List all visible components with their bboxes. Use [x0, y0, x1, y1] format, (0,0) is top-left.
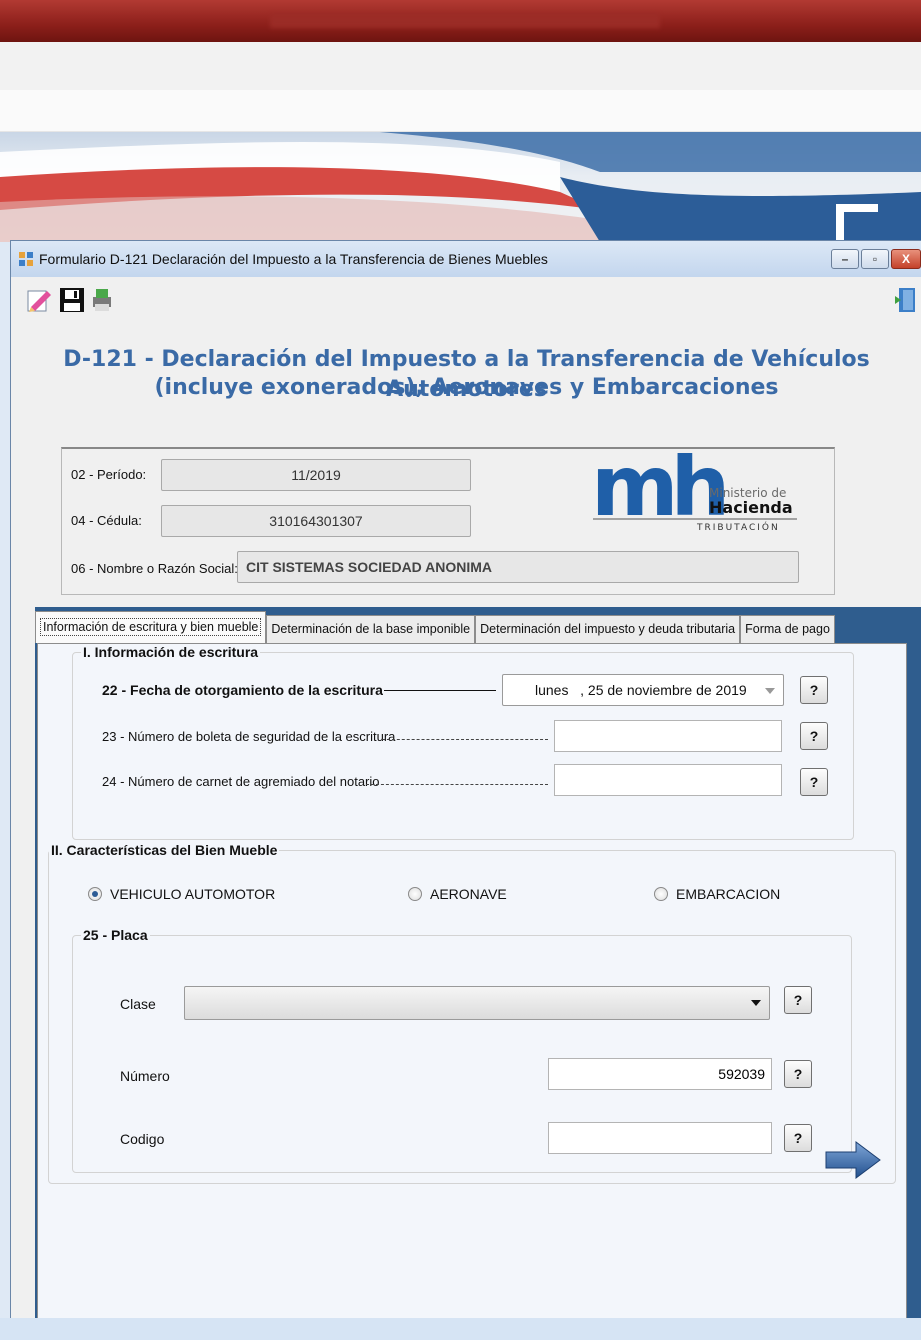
exit-door-icon[interactable]: [895, 287, 917, 313]
help-button-24[interactable]: ?: [800, 768, 828, 796]
tab-page-escritura: I. Información de escritura 22 - Fecha d…: [37, 643, 907, 1340]
carnet-notario-input[interactable]: [554, 764, 782, 796]
tab-strip: Información de escritura y bien mueble D…: [35, 611, 835, 643]
app-title-blurred: [270, 14, 660, 28]
field24-label: 24 - Número de carnet de agremiado del n…: [102, 774, 380, 789]
numero-placa-input[interactable]: [548, 1058, 772, 1090]
dialog-titlebar[interactable]: Formulario D-121 Declaración del Impuest…: [11, 241, 921, 277]
field22-leader: [384, 690, 496, 691]
tab-escritura-label: Información de escritura y bien mueble: [40, 618, 262, 636]
field24-leader: [366, 784, 548, 785]
radio-unchecked-icon: [408, 887, 422, 901]
dialog-window: Formulario D-121 Declaración del Impuest…: [10, 240, 921, 1340]
tab-forma-pago[interactable]: Forma de pago: [740, 615, 835, 643]
placa-legend: 25 - Placa: [83, 927, 148, 943]
app-banner: [0, 132, 921, 242]
periodo-label: 02 - Período:: [71, 467, 147, 482]
radio-aeronave-label: AERONAVE: [430, 886, 507, 902]
numero-label: Número: [120, 1068, 170, 1084]
minimize-button[interactable]: –: [831, 249, 859, 269]
tab-escritura[interactable]: Información de escritura y bien mueble: [35, 611, 267, 643]
field23-leader: [382, 739, 548, 740]
field23-label: 23 - Número de boleta de seguridad de la…: [102, 729, 396, 744]
tab-control: Información de escritura y bien mueble D…: [35, 607, 921, 1340]
logo-letters: mh: [591, 453, 725, 533]
fecha-otorgamiento-datepicker[interactable]: lunes , 25 de noviembre de 2019: [502, 674, 784, 706]
cedula-label: 04 - Cédula:: [71, 513, 142, 528]
radio-vehiculo-automotor[interactable]: VEHICULO AUTOMOTOR: [88, 886, 275, 902]
maximize-button[interactable]: ▫: [861, 249, 889, 269]
help-button-codigo[interactable]: ?: [784, 1124, 812, 1152]
tab-impuesto[interactable]: Determinación del impuesto y deuda tribu…: [475, 615, 741, 643]
boleta-seguridad-input[interactable]: [554, 720, 782, 752]
print-icon[interactable]: [89, 287, 115, 313]
app-toolbar: [0, 42, 921, 90]
codigo-label: Codigo: [120, 1131, 165, 1147]
tab-base-imponible[interactable]: Determinación de la base imponible: [266, 615, 476, 643]
save-icon[interactable]: [59, 287, 85, 313]
radio-embarcacion[interactable]: EMBARCACION: [654, 886, 780, 902]
ministerio-hacienda-logo: mh Ministerio de Hacienda TRIBUTACIÓN: [591, 453, 797, 533]
app-window-icon: [19, 252, 33, 266]
field22-label: 22 - Fecha de otorgamiento de la escritu…: [102, 682, 383, 698]
radio-unchecked-icon: [654, 887, 668, 901]
dialog-body: D-121 - Declaración del Impuesto a la Tr…: [11, 277, 921, 1340]
fecha-value: lunes , 25 de noviembre de 2019: [535, 682, 747, 698]
next-arrow-icon[interactable]: [822, 1140, 882, 1180]
radio-aeronave[interactable]: AERONAVE: [408, 886, 507, 902]
maximize-icon: ▫: [872, 252, 878, 266]
clase-label: Clase: [120, 996, 156, 1012]
section2-legend: II. Características del Bien Mueble: [51, 842, 278, 858]
edit-icon[interactable]: [25, 287, 53, 313]
periodo-field: 11/2019: [161, 459, 471, 491]
tab-base-imponible-label: Determinación de la base imponible: [271, 622, 471, 636]
nombre-label: 06 - Nombre o Razón Social:: [71, 561, 238, 576]
close-button[interactable]: X: [891, 249, 921, 269]
radio-checked-icon: [88, 887, 102, 901]
help-button-clase[interactable]: ?: [784, 986, 812, 1014]
logo-line3: TRIBUTACIÓN: [696, 521, 780, 533]
radio-embarcacion-label: EMBARCACION: [676, 886, 781, 902]
cedula-field: 310164301307: [161, 505, 471, 537]
chevron-down-icon: [751, 1000, 761, 1006]
close-icon: X: [901, 252, 910, 266]
tab-impuesto-label: Determinación del impuesto y deuda tribu…: [480, 622, 736, 636]
help-button-22[interactable]: ?: [800, 676, 828, 704]
help-button-23[interactable]: ?: [800, 722, 828, 750]
clase-select[interactable]: [184, 986, 770, 1020]
minimize-icon: –: [841, 252, 849, 266]
nombre-field: CIT SISTEMAS SOCIEDAD ANONIMA: [237, 551, 799, 583]
tab-forma-pago-label: Forma de pago: [745, 622, 830, 636]
form-heading-line2: (incluye exonerados), Aeronaves y Embarc…: [154, 375, 779, 400]
chevron-down-icon: [765, 688, 775, 694]
dialog-title: Formulario D-121 Declaración del Impuest…: [39, 251, 548, 267]
app-titlebar: [0, 0, 921, 42]
section1-legend: I. Información de escritura: [83, 644, 259, 660]
app-statusbar: [0, 1318, 921, 1340]
codigo-placa-input[interactable]: [548, 1122, 772, 1154]
app-toolbar-secondary: [0, 90, 921, 132]
radio-vehiculo-label: VEHICULO AUTOMOTOR: [110, 886, 276, 902]
logo-line2: Hacienda: [709, 498, 793, 517]
help-button-numero[interactable]: ?: [784, 1060, 812, 1088]
